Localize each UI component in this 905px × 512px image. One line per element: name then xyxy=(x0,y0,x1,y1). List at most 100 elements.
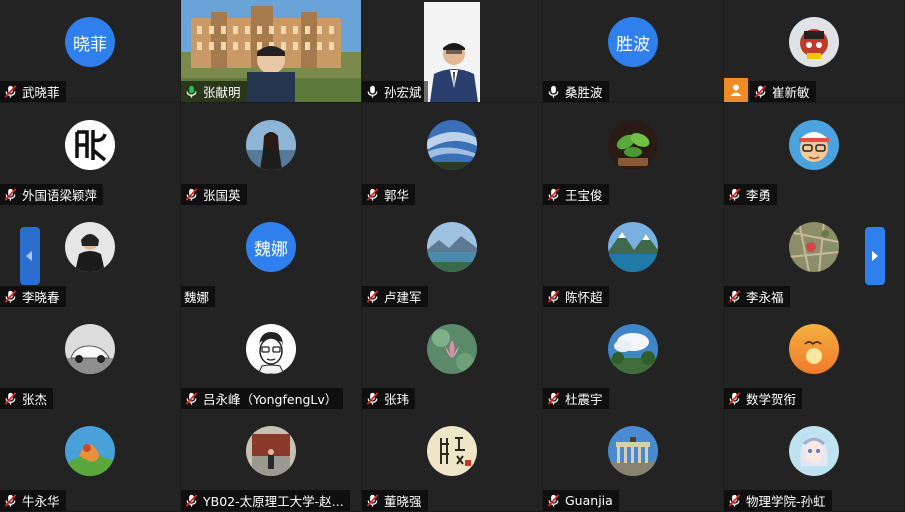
avatar xyxy=(65,120,115,170)
participant-tile[interactable]: 李勇 xyxy=(724,103,904,205)
participant-tile[interactable]: 郭华 xyxy=(362,103,542,205)
participant-tile[interactable]: 张国英 xyxy=(181,103,361,205)
participant-name: 物理学院-孙虹 xyxy=(746,494,826,509)
avatar xyxy=(427,120,477,170)
participant-name: 王宝俊 xyxy=(565,188,603,203)
participant-tile[interactable]: 陈怀超 xyxy=(543,205,723,307)
participant-tile[interactable]: 牛永华 xyxy=(0,409,180,511)
mic-muted-icon xyxy=(185,494,198,507)
participant-name-label: 牛永华 xyxy=(0,490,66,511)
avatar xyxy=(427,426,477,476)
participant-name-label: 陈怀超 xyxy=(543,286,609,307)
participant-name: 陈怀超 xyxy=(565,290,603,305)
participant-tile[interactable]: 晓菲武晓菲 xyxy=(0,0,180,102)
participant-name: Guanjia xyxy=(565,493,613,508)
avatar xyxy=(789,120,839,170)
video-feed xyxy=(424,2,480,102)
avatar xyxy=(65,426,115,476)
participant-name-label: 李勇 xyxy=(724,184,778,205)
participant-tile[interactable]: 张玮 xyxy=(362,307,542,409)
avatar xyxy=(246,120,296,170)
avatar xyxy=(427,324,477,374)
participant-tile[interactable]: 数学贺衔 xyxy=(724,307,904,409)
participant-tile[interactable]: 董晓强 xyxy=(362,409,542,511)
participant-grid: 晓菲 武晓菲 张献明 孙宏斌 胜波 桑胜波 崔新敏 外国语梁颖萍 张国英 郭华 王宝俊 李勇 李晓春 魏娜… xyxy=(0,0,905,512)
participant-name-label: 崔新敏 xyxy=(750,81,816,102)
person-icon xyxy=(724,78,748,102)
participant-tile[interactable]: 胜波 桑胜波 xyxy=(543,0,723,102)
participant-name-label: 李永福 xyxy=(724,286,790,307)
mic-muted-icon xyxy=(728,392,741,405)
participant-name-label: 郭华 xyxy=(362,184,416,205)
participant-tile[interactable]: 物理学院-孙虹 xyxy=(724,409,904,511)
participant-name: 杜震宇 xyxy=(565,392,603,407)
participant-name: 外国语梁颖萍 xyxy=(22,188,98,203)
chevron-right-icon xyxy=(872,251,878,261)
participant-tile[interactable]: YB02-太原理工大学-赵... xyxy=(181,409,361,511)
mic-muted-icon xyxy=(728,290,741,303)
avatar xyxy=(608,426,658,476)
participant-name-label: 张献明 xyxy=(181,81,247,102)
participant-name: 桑胜波 xyxy=(565,85,603,100)
participant-name-label: 桑胜波 xyxy=(543,81,609,102)
avatar xyxy=(65,222,115,272)
avatar xyxy=(608,120,658,170)
participant-name: 武晓菲 xyxy=(22,85,60,100)
participant-name-label: 卢建军 xyxy=(362,286,428,307)
avatar xyxy=(246,426,296,476)
avatar xyxy=(789,222,839,272)
participant-tile[interactable]: 王宝俊 xyxy=(543,103,723,205)
participant-name: 李晓春 xyxy=(22,290,60,305)
mic-muted-icon xyxy=(4,290,17,303)
mic-icon xyxy=(367,85,378,98)
mic-muted-icon xyxy=(4,188,17,201)
participant-tile[interactable]: 孙宏斌 xyxy=(362,0,542,102)
participant-name-label: 王宝俊 xyxy=(543,184,609,205)
participant-tile[interactable]: 卢建军 xyxy=(362,205,542,307)
participant-name-label: 张杰 xyxy=(0,388,54,409)
participant-name-label: 李晓春 xyxy=(0,286,66,307)
participant-name: 张国英 xyxy=(203,188,241,203)
participant-tile[interactable]: 崔新敏 xyxy=(724,0,904,102)
next-page-button[interactable] xyxy=(865,227,885,285)
participant-name-label: Guanjia xyxy=(543,490,619,511)
mic-muted-icon xyxy=(547,188,560,201)
participant-name-label: 武晓菲 xyxy=(0,81,66,102)
mic-muted-icon xyxy=(366,290,379,303)
participant-tile[interactable]: 张献明 xyxy=(181,0,361,102)
participant-tile[interactable]: 吕永峰（YongfengLv） xyxy=(181,307,361,409)
mic-muted-icon xyxy=(754,85,767,98)
participant-name-label: YB02-太原理工大学-赵... xyxy=(181,490,350,511)
participant-name: 李永福 xyxy=(746,290,784,305)
participant-name-label: 张玮 xyxy=(362,388,416,409)
participant-tile[interactable]: 杜震宇 xyxy=(543,307,723,409)
participant-tile[interactable]: 魏娜 魏娜 xyxy=(181,205,361,307)
avatar: 晓菲 xyxy=(65,17,115,67)
participant-name: YB02-太原理工大学-赵... xyxy=(203,494,344,509)
participant-name: 魏娜 xyxy=(184,290,210,305)
mic-muted-icon xyxy=(185,188,198,201)
participant-tile[interactable]: Guanjia xyxy=(543,409,723,511)
participant-tile[interactable]: 外国语梁颖萍 xyxy=(0,103,180,205)
participant-name-label: 孙宏斌 xyxy=(362,81,428,102)
mic-muted-icon xyxy=(547,290,560,303)
participant-name: 卢建军 xyxy=(384,290,422,305)
avatar xyxy=(608,222,658,272)
participant-name-label: 董晓强 xyxy=(362,490,428,511)
mic-icon xyxy=(548,85,559,98)
mic-muted-icon xyxy=(366,188,379,201)
prev-page-button[interactable] xyxy=(20,227,40,285)
avatar xyxy=(789,426,839,476)
mic-muted-icon xyxy=(547,494,560,507)
chevron-left-icon xyxy=(26,251,32,261)
participant-name-label: 吕永峰（YongfengLv） xyxy=(181,388,344,409)
participant-name-label: 杜震宇 xyxy=(543,388,609,409)
participant-name: 郭华 xyxy=(384,188,410,203)
mic-muted-icon xyxy=(547,392,560,405)
mic-muted-icon xyxy=(4,494,17,507)
participant-name: 李勇 xyxy=(746,188,772,203)
participant-tile[interactable]: 张杰 xyxy=(0,307,180,409)
avatar xyxy=(427,222,477,272)
mic-muted-icon xyxy=(728,188,741,201)
participant-name-label: 物理学院-孙虹 xyxy=(724,490,832,511)
